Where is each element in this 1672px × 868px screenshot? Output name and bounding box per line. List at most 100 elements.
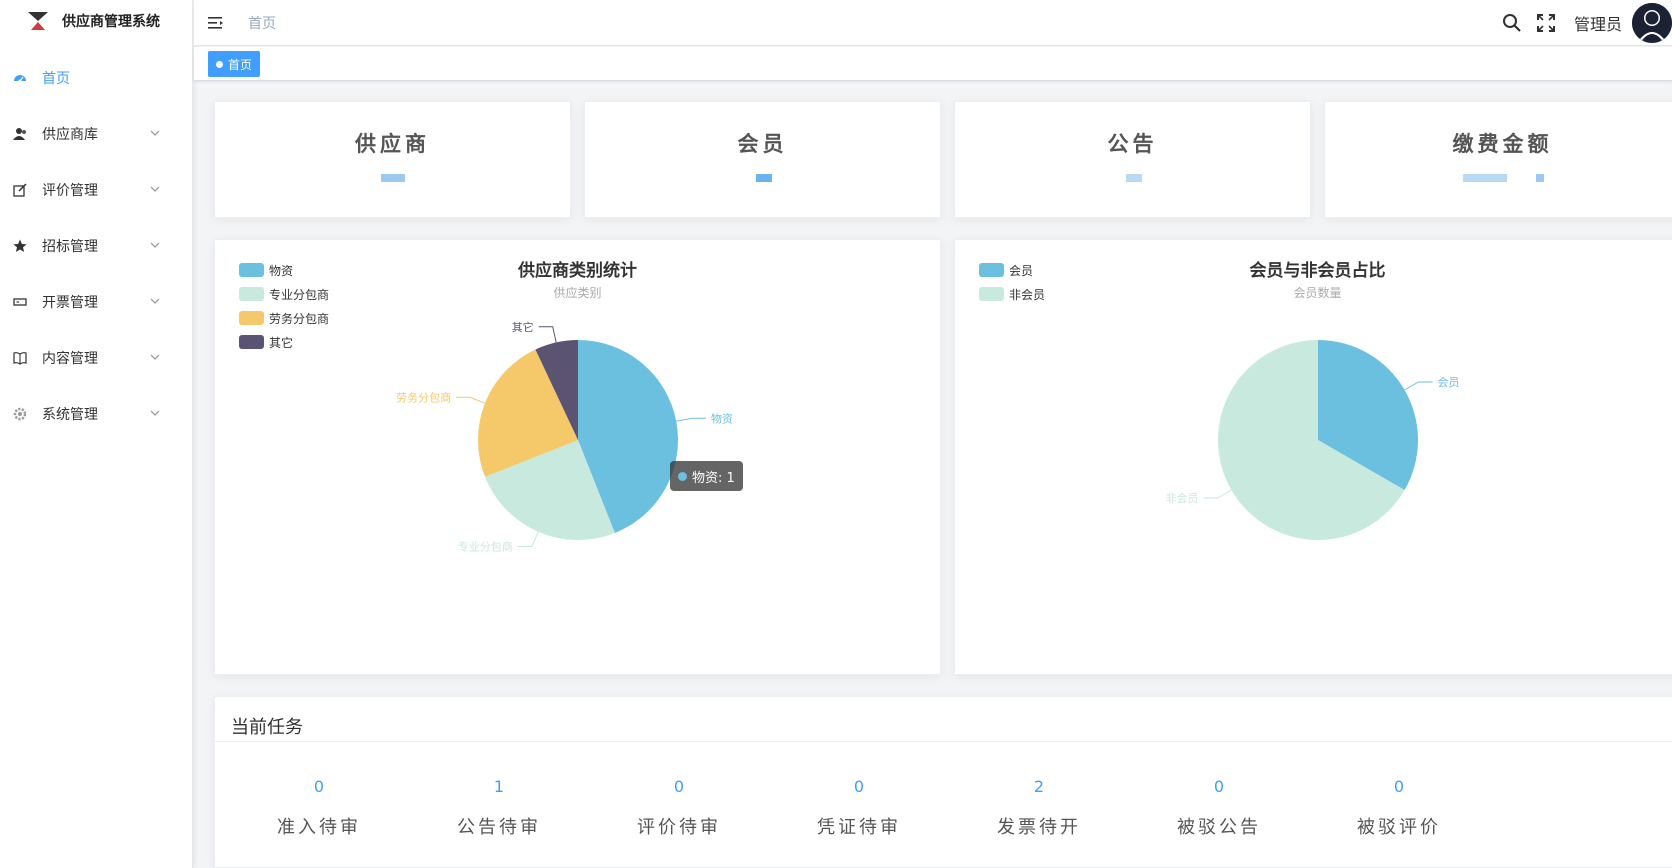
chevron-down-icon [150,186,160,192]
legend-label: 物资 [269,263,294,278]
legend-swatch [979,263,1004,277]
tasks-title: 当前任务 [231,717,303,738]
task-count: 0 [853,777,865,796]
chart-title: 会员与非会员占比 [1249,261,1386,281]
sidebar-item-label: 系统管理 [42,407,98,423]
legend-label: 其它 [269,335,294,350]
chart-card-supplier-category: 物资 专业分包商 劳务分包商 其它 供应商类别统计 供应类别 物资 专业分包商 劳务分… [214,239,941,675]
username-label[interactable]: 管理员 [1574,11,1622,35]
task-count: 0 [1213,777,1225,796]
sidebar: 供应商管理系统 首页 供应商库 评价管理 招标管理 开票管理 内容管理 系统管理 [0,0,193,868]
task-item[interactable]: 0 准入待审 [259,777,379,839]
logo-icon [28,12,48,30]
stat-value-placeholder [1536,174,1544,182]
header-actions: 管理员 [1502,0,1672,46]
stat-card-announcements[interactable]: 公告 [954,101,1311,218]
chart-legend: 物资 专业分包商 劳务分包商 其它 [239,258,329,354]
pie-label-line [1404,381,1433,391]
sidebar-item-label: 内容管理 [42,351,98,367]
user-avatar-icon [1632,3,1672,43]
app-title: 供应商管理系统 [62,14,160,30]
legend-item[interactable]: 非会员 [979,282,1045,306]
task-count: 0 [673,777,685,796]
legend-item[interactable]: 其它 [239,330,329,354]
ticket-icon [12,294,28,310]
task-count: 0 [313,777,325,796]
breadcrumb[interactable]: 首页 [248,13,276,33]
legend-item[interactable]: 劳务分包商 [239,306,329,330]
member-ratio-pie-chart: 会员非会员 [1166,340,1459,540]
divider [215,741,1672,742]
sidebar-item-content[interactable]: 内容管理 [0,330,192,386]
task-count: 0 [1393,777,1405,796]
sidebar-item-label: 评价管理 [42,183,98,199]
stat-value-placeholder [381,174,405,182]
sidebar-item-label: 开票管理 [42,295,98,311]
stat-value-placeholder [756,174,772,182]
task-item[interactable]: 0 被驳评价 [1339,777,1459,839]
star-icon [12,238,28,254]
chevron-down-icon [150,298,160,304]
tag-home[interactable]: 首页 [208,51,261,77]
legend-item[interactable]: 专业分包商 [239,282,329,306]
hamburger-icon[interactable] [208,15,226,31]
sidebar-item-label: 供应商库 [42,127,98,143]
task-label: 被驳公告 [1177,817,1261,838]
pie-slice-label: 非会员 [1166,492,1199,505]
sidebar-item-system[interactable]: 系统管理 [0,386,192,442]
app-logo[interactable]: 供应商管理系统 [0,0,192,42]
task-item[interactable]: 0 被驳公告 [1159,777,1279,839]
legend-label: 非会员 [1009,287,1046,302]
task-count: 2 [1033,777,1045,796]
legend-item[interactable]: 物资 [239,258,329,282]
legend-item[interactable]: 会员 [979,258,1045,282]
pie-slice-label: 会员 [1437,376,1459,389]
sidebar-item-home[interactable]: 首页 [0,50,192,106]
stat-value-placeholder [1126,174,1142,182]
pie-slice-label: 其它 [512,320,534,334]
task-label: 被驳评价 [1357,817,1441,838]
tag-label: 首页 [228,57,253,72]
stat-card-suppliers[interactable]: 供应商 [214,101,571,218]
gear-icon [12,406,28,422]
search-icon[interactable] [1502,13,1522,33]
legend-label: 专业分包商 [269,287,330,302]
task-item[interactable]: 0 评价待审 [619,777,739,839]
legend-swatch [239,287,264,301]
stat-title: 会员 [737,132,788,156]
pie-label-line [676,417,706,422]
sidebar-item-evaluation[interactable]: 评价管理 [0,162,192,218]
stat-value-placeholder [1463,174,1507,182]
task-item[interactable]: 0 凭证待审 [799,777,919,839]
legend-swatch [239,263,264,277]
tooltip-text: 物资: 1 [692,470,735,486]
sidebar-item-invoice[interactable]: 开票管理 [0,274,192,330]
pie-slice-label: 专业分包商 [458,539,513,553]
stat-card-members[interactable]: 会员 [584,101,941,218]
avatar[interactable] [1632,3,1672,43]
tags-view-bar: 首页 [194,47,1672,81]
legend-swatch [979,287,1004,301]
chevron-down-icon [150,242,160,248]
pie-label-line [456,396,486,404]
task-count: 1 [493,777,505,796]
edit-icon [12,182,28,198]
stat-title: 缴费金额 [1452,132,1553,156]
task-item[interactable]: 1 公告待审 [439,777,559,839]
stat-card-fees[interactable]: 缴费金额 [1324,101,1672,218]
chart-card-member-ratio: 会员 非会员 会员与非会员占比 会员数量 会员 非会员 [954,239,1672,675]
stat-title: 公告 [1107,132,1158,156]
legend-label: 会员 [1009,263,1034,278]
tooltip-dot [678,471,687,481]
sidebar-item-suppliers[interactable]: 供应商库 [0,106,192,162]
current-tasks-card: 当前任务 0 准入待审 1 公告待审 0 评价待审 0 凭证待审 2 发票待开 0 被驳公告… [214,696,1672,868]
task-label: 准入待审 [277,817,361,838]
pie-label-line [1203,489,1232,499]
chart-tooltip: 物资: 1 [670,461,743,491]
top-navbar: 首页 管理员 [194,0,1672,46]
legend-label: 劳务分包商 [269,311,330,326]
chevron-down-icon [150,130,160,136]
fullscreen-icon[interactable] [1536,13,1556,33]
sidebar-item-bidding[interactable]: 招标管理 [0,218,192,274]
task-item[interactable]: 2 发票待开 [979,777,1099,839]
